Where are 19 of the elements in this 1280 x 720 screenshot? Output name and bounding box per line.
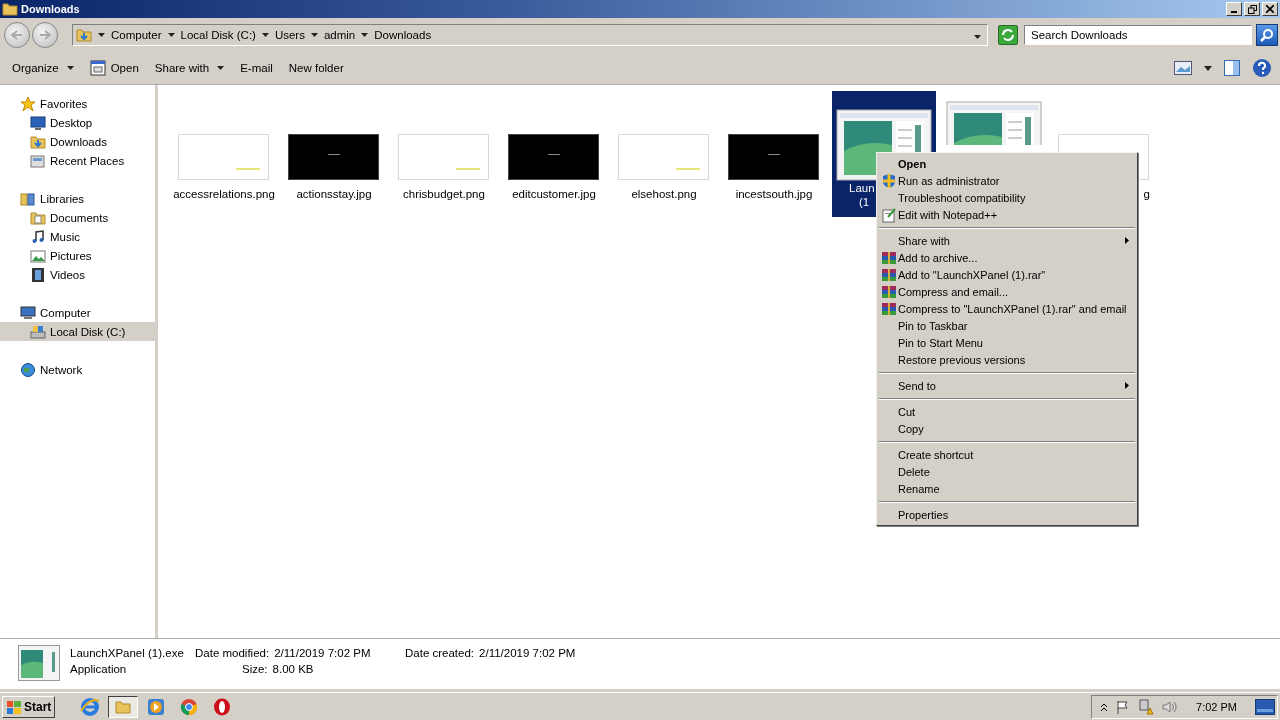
property-value: 8.00 KB	[272, 663, 314, 675]
file-name: editcustomer.jpg	[512, 187, 596, 201]
file-name: actionsstay.jpg	[296, 187, 372, 201]
file-name: chrisbudget.png	[403, 187, 485, 201]
file-name: (1	[858, 195, 870, 209]
property-label: Size:	[242, 663, 268, 675]
property-value: 2/11/2019 7:02 PM	[274, 647, 371, 659]
property-label: Date created:	[405, 647, 475, 659]
property-value: 2/11/2019 7:02 PM	[479, 647, 576, 659]
property-label: Date modified:	[195, 647, 270, 659]
file-type: Application	[70, 663, 128, 675]
file-name: g	[1143, 187, 1151, 201]
file-name: incestsouth.jpg	[735, 187, 813, 201]
file-name: LaunchXPanel (1).exe	[70, 647, 185, 659]
file-name: elsehost.png	[631, 187, 697, 201]
clock: 7:02 PM	[1196, 701, 1237, 713]
file-name: accessrelations.png	[173, 187, 275, 201]
window-title: Downloads	[21, 3, 80, 15]
file-name: Laun	[848, 181, 875, 195]
